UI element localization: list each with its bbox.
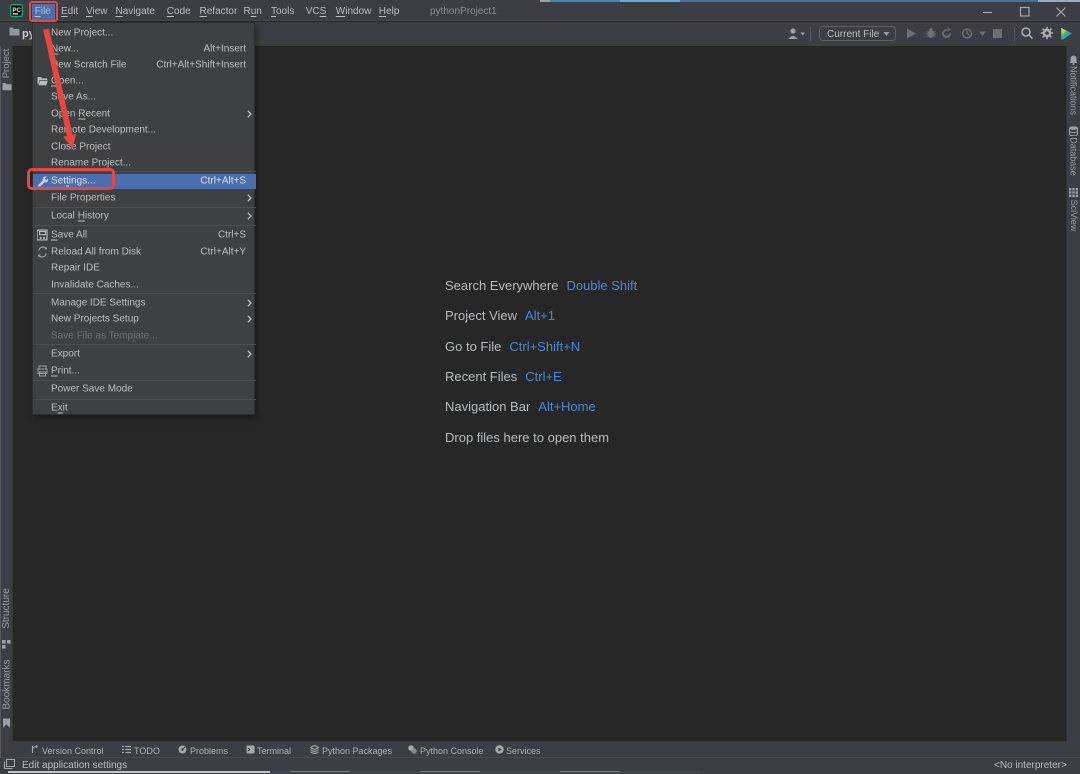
svg-text:PC: PC [12, 7, 21, 14]
